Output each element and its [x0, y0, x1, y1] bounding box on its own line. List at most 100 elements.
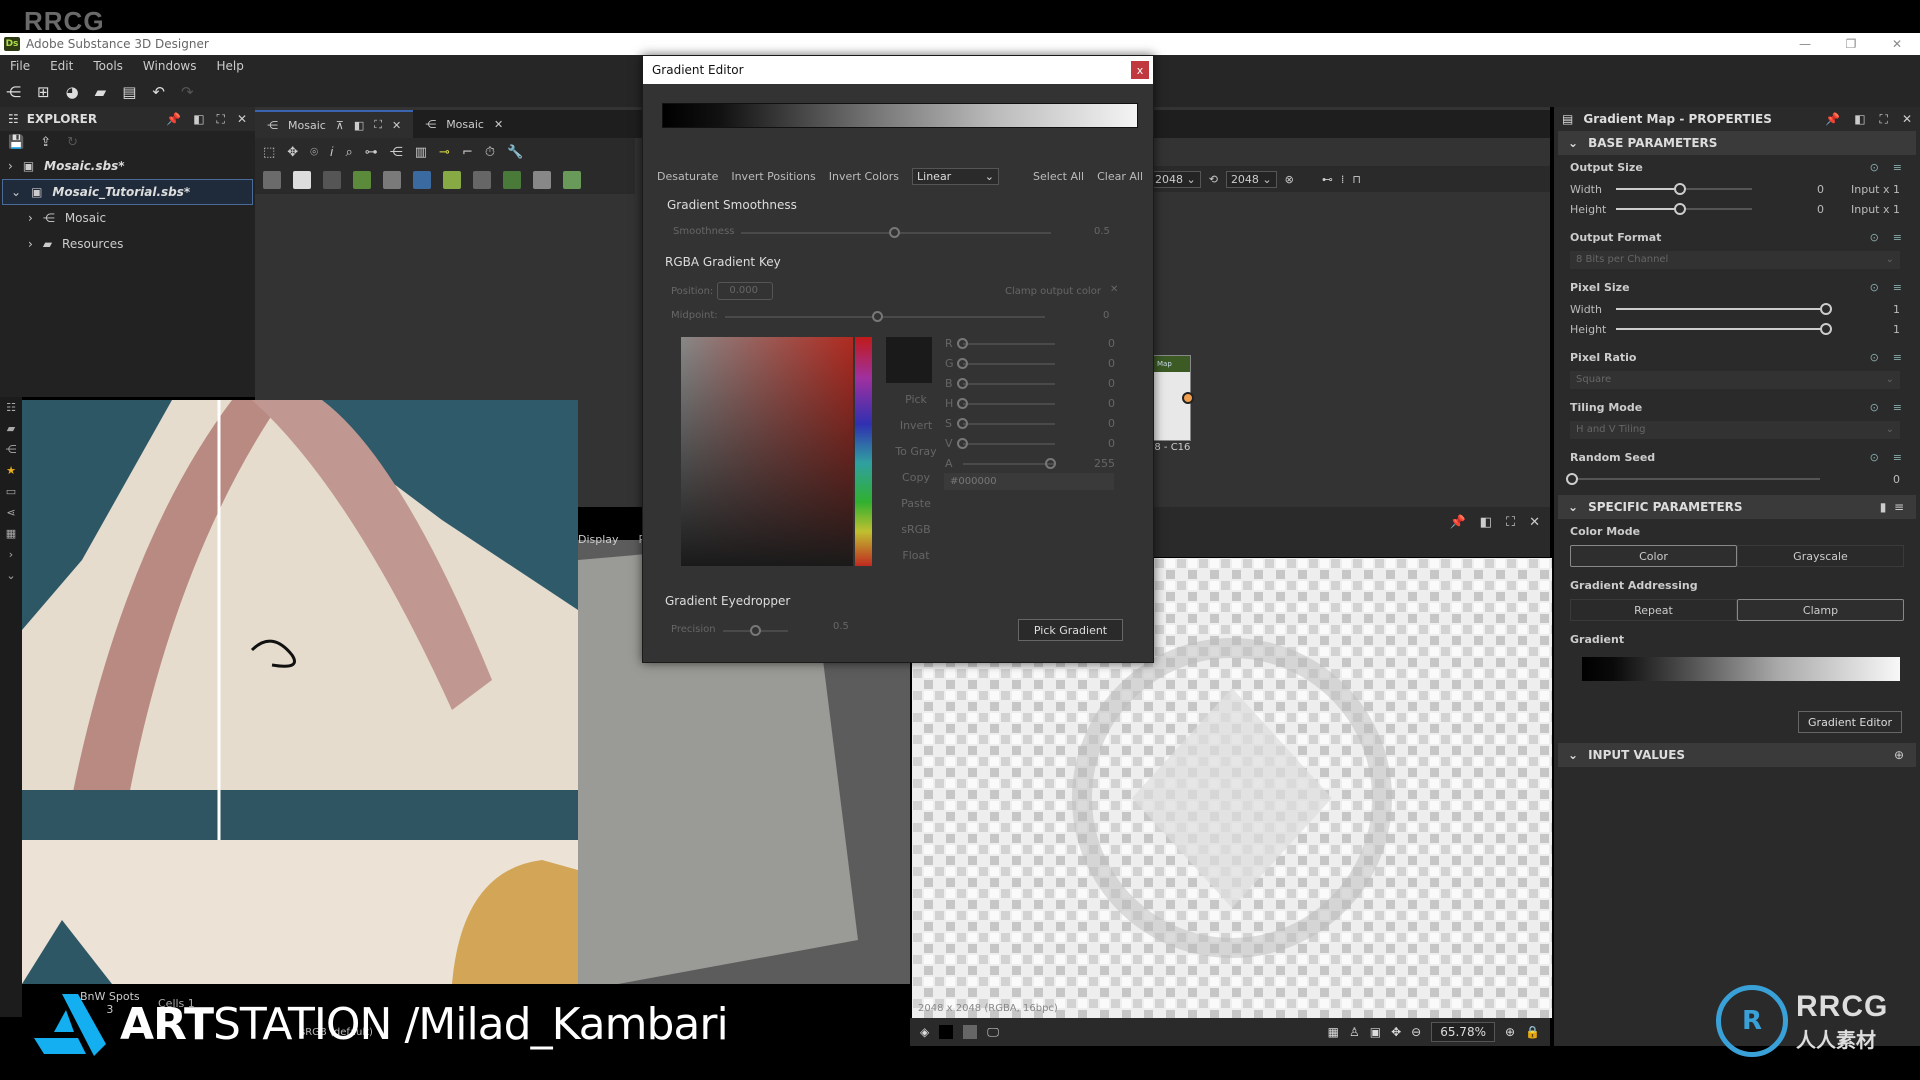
save-icon[interactable]: 💾: [8, 135, 24, 150]
close-icon[interactable]: ✕: [392, 119, 401, 132]
pin-icon[interactable]: 📌: [1825, 112, 1840, 127]
new-graph-icon[interactable]: ⋲: [6, 83, 21, 101]
align-vertical-icon[interactable]: ⁞: [1341, 173, 1345, 186]
maximize-icon[interactable]: ⛶: [374, 118, 382, 132]
hex-color-input[interactable]: #000000: [944, 473, 1114, 490]
close-icon[interactable]: ✕: [1874, 33, 1920, 55]
pan-icon[interactable]: ✥: [1391, 1025, 1401, 1039]
undo-icon[interactable]: ↶: [152, 83, 165, 101]
output-format-select[interactable]: 8 Bits per Channel ⌄: [1570, 251, 1900, 269]
snap-icon[interactable]: ⊓: [1352, 173, 1361, 186]
close-icon[interactable]: ✕: [237, 112, 247, 127]
atomic-warp-icon[interactable]: [533, 171, 551, 189]
tab-mosaic-graph[interactable]: ⋲ Mosaic ⊼ ◧ ⛶ ✕: [255, 110, 414, 138]
align-horizontal-icon[interactable]: ⊷: [1322, 173, 1333, 186]
atomic-emboss-icon[interactable]: [503, 171, 521, 189]
invert-colors-button[interactable]: Invert Colors: [829, 170, 899, 183]
width-resolution-select[interactable]: 2048 ⌄: [1150, 170, 1201, 188]
chevron-right-icon[interactable]: ›: [28, 237, 33, 251]
output-height-slider[interactable]: [1616, 203, 1752, 215]
channel-slider-handle[interactable]: [957, 378, 968, 389]
invert-positions-button[interactable]: Invert Positions: [731, 170, 815, 183]
height-resolution-select[interactable]: 2048 ⌄: [1225, 170, 1277, 188]
chevron-right-icon[interactable]: ›: [8, 159, 13, 173]
desaturate-button[interactable]: Desaturate: [657, 170, 718, 183]
maximize-icon[interactable]: ⛶: [217, 112, 225, 127]
clear-all-button[interactable]: Clear All: [1097, 170, 1143, 183]
dialog-close-button[interactable]: x: [1131, 61, 1149, 79]
float-icon[interactable]: ◧: [1854, 112, 1865, 127]
options-icon[interactable]: ≡: [1893, 231, 1902, 244]
chevron-right-icon[interactable]: ›: [9, 548, 13, 561]
timer-icon[interactable]: ⏱: [485, 145, 495, 160]
position-spinbox[interactable]: 0.000: [717, 282, 773, 300]
paste-button[interactable]: Paste: [886, 497, 946, 510]
tree-item-resources[interactable]: › ▰ Resources: [0, 231, 255, 257]
menu-display[interactable]: Display: [578, 533, 619, 546]
maximize-icon[interactable]: ⛶: [1880, 112, 1888, 127]
to-gray-button[interactable]: To Gray: [886, 445, 946, 458]
random-seed-slider[interactable]: [1566, 473, 1820, 485]
interpolation-select[interactable]: Linear ⌄: [912, 167, 1000, 185]
tiling-grid-icon[interactable]: ▦: [1328, 1025, 1339, 1039]
channel-slider-handle[interactable]: [957, 398, 968, 409]
publish-icon[interactable]: ⇪: [40, 135, 51, 150]
figure-icon[interactable]: ♙: [1349, 1025, 1360, 1039]
specific-parameters-section[interactable]: ⌄ SPECIFIC PARAMETERS ▮ ≡: [1558, 495, 1916, 519]
preset-icon[interactable]: ▮: [1880, 500, 1887, 514]
branch-icon[interactable]: ⌐: [462, 145, 473, 160]
graph-mode-icon[interactable]: ⋲: [390, 145, 403, 160]
grid-icon[interactable]: ▦: [6, 527, 16, 540]
slider-handle[interactable]: [1674, 183, 1686, 195]
invert-button[interactable]: Invert: [886, 419, 946, 432]
stack-icon[interactable]: ▥: [415, 145, 427, 160]
menu-tools[interactable]: Tools: [93, 59, 123, 73]
chevron-down-icon[interactable]: ⌄: [11, 185, 21, 199]
float-icon[interactable]: ◧: [1480, 515, 1492, 530]
node-output-port[interactable]: [1182, 392, 1194, 404]
saturation-value-picker[interactable]: [681, 337, 853, 566]
midpoint-slider-handle[interactable]: [872, 311, 883, 322]
close-icon[interactable]: ✕: [494, 118, 503, 131]
midpoint-slider[interactable]: [725, 316, 1045, 318]
atomic-transform-icon[interactable]: [323, 171, 341, 189]
checker-icon[interactable]: [963, 1025, 978, 1039]
connect-icon[interactable]: ⊸: [439, 145, 450, 160]
mosaic-image-preview[interactable]: [22, 400, 578, 984]
pin-icon[interactable]: 📌: [1450, 515, 1466, 530]
channels-icon[interactable]: ◈: [920, 1025, 929, 1039]
chevron-right-icon[interactable]: ›: [28, 211, 33, 225]
share-icon[interactable]: ⋖: [6, 506, 15, 519]
star-icon[interactable]: ★: [6, 464, 16, 477]
expose-icon[interactable]: ⊙: [1870, 231, 1879, 244]
float-button[interactable]: Float: [886, 549, 946, 562]
pick-gradient-button[interactable]: Pick Gradient: [1018, 619, 1123, 641]
slider-handle[interactable]: [1566, 473, 1578, 485]
zoom-in-icon[interactable]: ⊕: [1505, 1025, 1515, 1039]
pixel-ratio-select[interactable]: Square ⌄: [1570, 371, 1900, 389]
link-icon[interactable]: ⊶: [365, 145, 378, 160]
expose-icon[interactable]: ⊙: [1870, 351, 1879, 364]
options-icon[interactable]: ≡: [1893, 161, 1902, 174]
zoom-level-field[interactable]: 65.78%: [1431, 1022, 1495, 1042]
clamp-checkbox-icon[interactable]: ✕: [1110, 284, 1118, 295]
chevron-down-icon[interactable]: ⌄: [6, 569, 15, 582]
channel-a-slider[interactable]: [963, 463, 1055, 465]
channel-slider-handle[interactable]: [957, 338, 968, 349]
options-icon[interactable]: ≡: [1894, 500, 1904, 514]
channel-b-slider[interactable]: [963, 383, 1055, 385]
precision-slider-handle[interactable]: [750, 625, 761, 636]
new-function-icon[interactable]: ⊞: [37, 83, 50, 101]
select-all-button[interactable]: Select All: [1033, 170, 1084, 183]
channel-r-slider[interactable]: [963, 343, 1055, 345]
input-values-section[interactable]: ⌄ INPUT VALUES ⊕: [1558, 743, 1916, 767]
addressing-clamp[interactable]: Clamp: [1737, 599, 1904, 621]
graph-icon[interactable]: ⋲: [6, 443, 17, 456]
tree-icon[interactable]: ☷: [6, 401, 16, 414]
options-icon[interactable]: ≡: [1893, 401, 1902, 414]
tiling-mode-select[interactable]: H and V Tiling ⌄: [1570, 421, 1900, 439]
slider-handle[interactable]: [1820, 303, 1832, 315]
menu-file[interactable]: File: [10, 59, 30, 73]
expose-icon[interactable]: ⊙: [1870, 281, 1879, 294]
atomic-levels-icon[interactable]: [383, 171, 401, 189]
